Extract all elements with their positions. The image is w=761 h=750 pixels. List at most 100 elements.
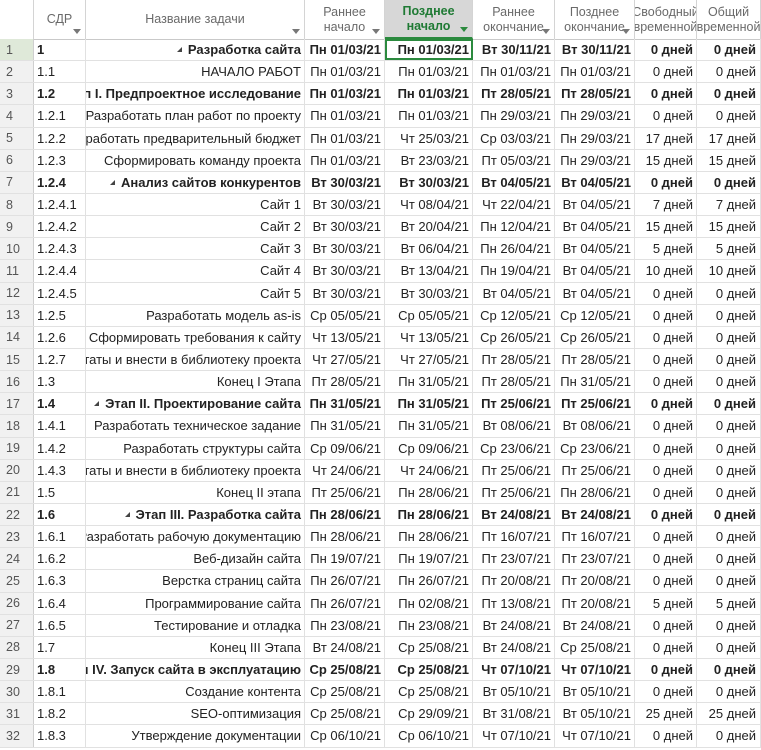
early-start-cell[interactable]: Ср 25/08/21 <box>305 703 385 725</box>
row-number[interactable]: 12 <box>0 282 34 304</box>
wbs-cell[interactable]: 1.6.1 <box>34 526 86 548</box>
late-finish-cell[interactable]: Вт 30/11/21 <box>555 39 635 61</box>
wbs-cell[interactable]: 1.5 <box>34 481 86 503</box>
table-row[interactable]: 22 1.6 Этап III. Разработка сайта Пн 28/06/… <box>0 503 761 527</box>
late-finish-cell[interactable]: Пн 29/03/21 <box>555 127 635 149</box>
late-start-cell[interactable]: Вт 23/03/21 <box>385 149 473 171</box>
row-number[interactable]: 4 <box>0 105 34 127</box>
task-name-cell[interactable]: Тестирование и отладка <box>86 614 305 636</box>
late-finish-cell[interactable]: Вт 04/05/21 <box>555 282 635 304</box>
early-start-cell[interactable]: Пн 31/05/21 <box>305 393 385 415</box>
row-number[interactable]: 26 <box>0 592 34 614</box>
row-number[interactable]: 2 <box>0 61 34 83</box>
late-finish-cell[interactable]: Вт 04/05/21 <box>555 260 635 282</box>
column-header-late-start[interactable]: Позднее начало <box>385 0 473 39</box>
task-name-cell[interactable]: Конец III Этапа <box>86 636 305 658</box>
row-number[interactable]: 18 <box>0 415 34 437</box>
free-slack-cell[interactable]: 0 дней <box>635 304 697 326</box>
early-start-cell[interactable]: Чт 27/05/21 <box>305 348 385 371</box>
row-number[interactable]: 31 <box>0 703 34 725</box>
total-slack-cell[interactable]: 0 дней <box>697 636 761 658</box>
wbs-cell[interactable]: 1.7 <box>34 636 86 658</box>
early-finish-cell[interactable]: Пт 28/05/21 <box>473 348 555 371</box>
column-header-free-slack[interactable]: Свободный временной <box>635 0 697 39</box>
table-row[interactable]: 6 1.2.3 Сформировать команду проекта Пн 01/… <box>0 149 761 172</box>
early-start-cell[interactable]: Вт 30/03/21 <box>305 216 385 238</box>
task-name-cell[interactable]: Сформировать результаты и внести в библи… <box>86 459 305 481</box>
row-number[interactable]: 7 <box>0 171 34 193</box>
table-row[interactable]: 32 1.8.3 Утверждение документации Ср 06/10/… <box>0 725 761 748</box>
early-finish-cell[interactable]: Ср 23/06/21 <box>473 437 555 459</box>
early-start-cell[interactable]: Пн 31/05/21 <box>305 415 385 437</box>
early-start-cell[interactable]: Пн 28/06/21 <box>305 503 385 526</box>
early-finish-cell[interactable]: Пт 28/05/21 <box>473 371 555 393</box>
late-finish-cell[interactable]: Ср 25/08/21 <box>555 636 635 658</box>
total-slack-cell[interactable]: 0 дней <box>697 725 761 747</box>
task-name-cell[interactable]: Веб-дизайн сайта <box>86 548 305 570</box>
early-finish-cell[interactable]: Пт 25/06/21 <box>473 459 555 481</box>
table-row[interactable]: 24 1.6.2 Веб-дизайн сайта Пн 19/07/21 Пн 19/… <box>0 548 761 571</box>
table-row[interactable]: 5 1.2.2 Разработать предварительный бюджет… <box>0 127 761 150</box>
table-row[interactable]: 21 1.5 Конец II этапа Пт 25/06/21 Пн 28/06/2… <box>0 481 761 504</box>
late-finish-cell[interactable]: Ср 26/05/21 <box>555 326 635 348</box>
early-start-cell[interactable]: Ср 09/06/21 <box>305 437 385 459</box>
free-slack-cell[interactable]: 0 дней <box>635 570 697 592</box>
free-slack-cell[interactable]: 15 дней <box>635 216 697 238</box>
table-row[interactable]: 31 1.8.2 SEO-оптимизация Ср 25/08/21 Ср 29/0… <box>0 703 761 726</box>
late-finish-cell[interactable]: Пт 25/06/21 <box>555 459 635 481</box>
early-start-cell[interactable]: Пт 28/05/21 <box>305 371 385 393</box>
early-finish-cell[interactable]: Вт 24/08/21 <box>473 636 555 658</box>
row-number[interactable]: 15 <box>0 348 34 371</box>
table-row[interactable]: 30 1.8.1 Создание контента Ср 25/08/21 Ср 25… <box>0 681 761 704</box>
total-slack-cell[interactable]: 0 дней <box>697 348 761 371</box>
task-name-cell[interactable]: Разработка сайта <box>86 39 305 61</box>
task-name-cell[interactable]: НАЧАЛО РАБОТ <box>86 61 305 83</box>
task-name-cell[interactable]: Анализ сайтов конкурентов <box>86 171 305 193</box>
late-finish-cell[interactable]: Вт 04/05/21 <box>555 171 635 193</box>
free-slack-cell[interactable]: 0 дней <box>635 39 697 61</box>
wbs-cell[interactable]: 1.4.2 <box>34 437 86 459</box>
wbs-cell[interactable]: 1.1 <box>34 61 86 83</box>
task-name-cell[interactable]: Утверждение документации <box>86 725 305 747</box>
wbs-cell[interactable]: 1.8 <box>34 658 86 681</box>
table-row[interactable]: 28 1.7 Конец III Этапа Вт 24/08/21 Ср 25/08/… <box>0 636 761 659</box>
table-row[interactable]: 11 1.2.4.4 Сайт 4 Вт 30/03/21 Вт 13/04/21 Пн … <box>0 260 761 283</box>
task-name-cell[interactable]: Этап III. Разработка сайта <box>86 503 305 526</box>
late-start-cell[interactable]: Ср 25/08/21 <box>385 658 473 681</box>
row-number[interactable]: 14 <box>0 326 34 348</box>
early-finish-cell[interactable]: Чт 07/10/21 <box>473 658 555 681</box>
late-start-cell[interactable]: Ср 25/08/21 <box>385 636 473 658</box>
early-finish-cell[interactable]: Ср 03/03/21 <box>473 127 555 149</box>
wbs-cell[interactable]: 1.8.2 <box>34 703 86 725</box>
late-start-cell[interactable]: Ср 29/09/21 <box>385 703 473 725</box>
row-number[interactable]: 28 <box>0 636 34 658</box>
late-start-cell[interactable]: Чт 27/05/21 <box>385 348 473 371</box>
late-finish-cell[interactable]: Пт 20/08/21 <box>555 570 635 592</box>
late-finish-cell[interactable]: Пт 23/07/21 <box>555 548 635 570</box>
task-name-cell[interactable]: Разработать предварительный бюджет <box>86 127 305 149</box>
early-start-cell[interactable]: Пн 28/06/21 <box>305 526 385 548</box>
row-number[interactable]: 11 <box>0 260 34 282</box>
table-row[interactable]: 4 1.2.1 Разработать план работ по проекту П… <box>0 105 761 128</box>
wbs-cell[interactable]: 1.2.4.5 <box>34 282 86 304</box>
late-start-cell[interactable]: Ср 05/05/21 <box>385 304 473 326</box>
early-start-cell[interactable]: Вт 30/03/21 <box>305 193 385 216</box>
row-number[interactable]: 10 <box>0 238 34 260</box>
free-slack-cell[interactable]: 0 дней <box>635 393 697 415</box>
free-slack-cell[interactable]: 0 дней <box>635 61 697 83</box>
early-finish-cell[interactable]: Пн 29/03/21 <box>473 105 555 127</box>
free-slack-cell[interactable]: 0 дней <box>635 636 697 658</box>
table-row[interactable]: 26 1.6.4 Программирование сайта Пн 26/07/21… <box>0 592 761 615</box>
table-row[interactable]: 15 1.2.7 Сформировать результаты и внести … <box>0 348 761 372</box>
free-slack-cell[interactable]: 0 дней <box>635 437 697 459</box>
task-name-cell[interactable]: Этап IV. Запуск сайта в эксплуатацию <box>86 658 305 681</box>
wbs-cell[interactable]: 1.2.4.3 <box>34 238 86 260</box>
free-slack-cell[interactable]: 5 дней <box>635 238 697 260</box>
free-slack-cell[interactable]: 0 дней <box>635 326 697 348</box>
late-finish-cell[interactable]: Пн 31/05/21 <box>555 371 635 393</box>
early-finish-cell[interactable]: Пт 05/03/21 <box>473 149 555 171</box>
total-slack-cell[interactable]: 0 дней <box>697 548 761 570</box>
early-start-cell[interactable]: Вт 30/03/21 <box>305 260 385 282</box>
task-name-cell[interactable]: Сайт 5 <box>86 282 305 304</box>
wbs-cell[interactable]: 1.2.4.4 <box>34 260 86 282</box>
